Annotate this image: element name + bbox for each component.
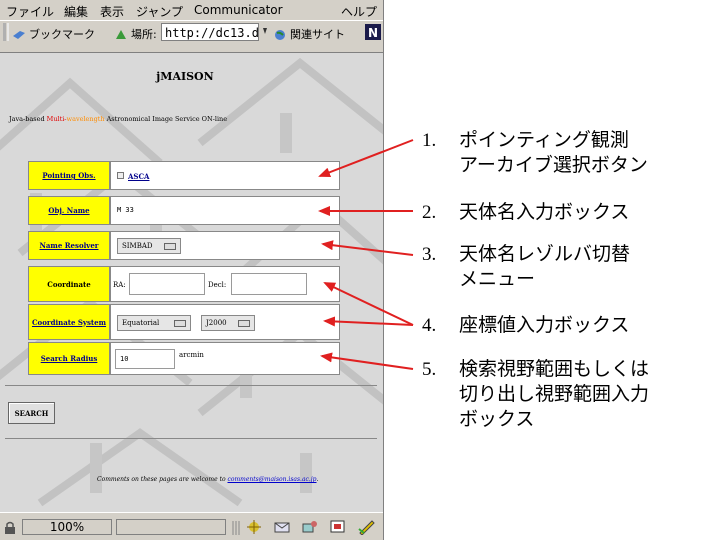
arrow-4a: [323, 282, 414, 326]
arrow-4b: [323, 316, 414, 327]
arrow-3: [321, 240, 414, 256]
arrow-5: [320, 352, 414, 370]
arrow-1: [318, 139, 414, 178]
